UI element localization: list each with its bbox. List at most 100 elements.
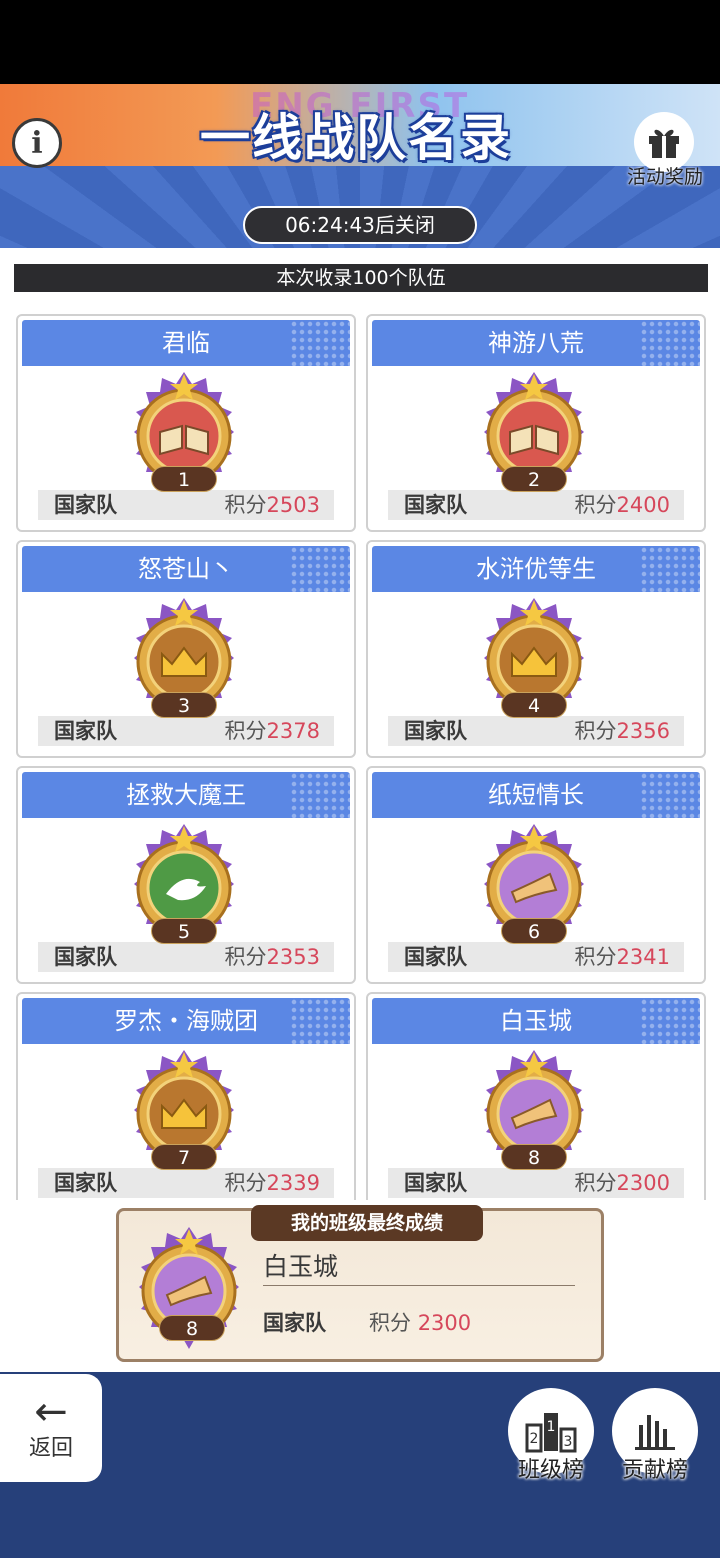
team-score: 积分2341 bbox=[575, 942, 670, 972]
rank-badge: 1 bbox=[151, 466, 217, 492]
card-body: 国家队 积分2339 7 bbox=[18, 1044, 354, 1200]
team-score: 积分2353 bbox=[225, 942, 320, 972]
score-value: 2353 bbox=[266, 945, 320, 969]
svg-text:2: 2 bbox=[530, 1431, 539, 1447]
team-name: 白玉城 bbox=[372, 998, 700, 1044]
team-name: 拯救大魔王 bbox=[22, 772, 350, 818]
score-label: 积分 bbox=[369, 1311, 411, 1335]
arrow-left-icon: ← bbox=[34, 1389, 68, 1435]
team-info-bar: 国家队 积分2356 bbox=[388, 716, 684, 746]
back-label: 返回 bbox=[28, 1436, 73, 1461]
score-value: 2356 bbox=[616, 719, 670, 743]
score-label: 积分 bbox=[224, 493, 267, 517]
card-body: 国家队 积分2300 8 bbox=[368, 1044, 704, 1200]
team-info-bar: 国家队 积分2400 bbox=[388, 490, 684, 520]
class-rank-label[interactable]: 班级榜 bbox=[496, 1452, 606, 1484]
svg-text:1: 1 bbox=[547, 1419, 556, 1435]
team-score: 积分2356 bbox=[575, 716, 670, 746]
my-result-title: 我的班级最终成绩 bbox=[251, 1205, 483, 1241]
team-info-bar: 国家队 积分2378 bbox=[38, 716, 334, 746]
team-type: 国家队 bbox=[404, 719, 467, 743]
divider bbox=[263, 1285, 575, 1286]
rank-badge: 5 bbox=[151, 918, 217, 944]
my-team-name: 白玉城 bbox=[263, 1252, 339, 1281]
score-label: 积分 bbox=[224, 945, 267, 969]
bottom-nav: ← 返回 2 1 3 班级榜 贡献榜 bbox=[0, 1372, 720, 1558]
team-card[interactable]: 神游八荒国家队 积分2400 2 bbox=[366, 314, 706, 532]
contribution-rank-label[interactable]: 贡献榜 bbox=[600, 1452, 710, 1484]
team-info-bar: 国家队 积分2353 bbox=[38, 942, 334, 972]
podium-icon: 2 1 3 bbox=[525, 1413, 577, 1453]
rank-badge: 3 bbox=[151, 692, 217, 718]
team-info-bar: 国家队 积分2339 bbox=[38, 1168, 334, 1198]
team-card[interactable]: 怒苍山丶国家队 积分2378 3 bbox=[16, 540, 356, 758]
team-info-bar: 国家队 积分2300 bbox=[388, 1168, 684, 1198]
card-body: 国家队 积分2503 1 bbox=[18, 366, 354, 526]
score-value: 2339 bbox=[266, 1171, 320, 1195]
score-label: 积分 bbox=[574, 1171, 617, 1195]
rank-badge: 8 bbox=[501, 1144, 567, 1170]
back-button[interactable]: ← 返回 bbox=[0, 1374, 102, 1482]
team-name: 罗杰・海贼团 bbox=[22, 998, 350, 1044]
rank-badge: 6 bbox=[501, 918, 567, 944]
page-title: 一线战队名录 bbox=[200, 109, 512, 166]
score-label: 积分 bbox=[574, 493, 617, 517]
team-name: 纸短情长 bbox=[372, 772, 700, 818]
my-result-panel: 我的班级最终成绩 8 白玉城 国家队 积分 2300 bbox=[116, 1205, 604, 1362]
score-label: 积分 bbox=[574, 719, 617, 743]
team-card[interactable]: 白玉城国家队 积分2300 8 bbox=[366, 992, 706, 1200]
countdown-timer: 06:24:43后关闭 bbox=[243, 206, 477, 244]
bar-chart-icon bbox=[635, 1415, 675, 1450]
rank-badge: 4 bbox=[501, 692, 567, 718]
my-score: 积分 2300 bbox=[369, 1307, 471, 1337]
card-body: 国家队 积分2400 2 bbox=[368, 366, 704, 526]
svg-text:3: 3 bbox=[564, 1434, 573, 1450]
score-label: 积分 bbox=[224, 719, 267, 743]
team-type: 国家队 bbox=[404, 493, 467, 517]
team-score: 积分2300 bbox=[575, 1168, 670, 1198]
team-name: 水浒优等生 bbox=[372, 546, 700, 592]
team-type: 国家队 bbox=[404, 1171, 467, 1195]
team-score: 积分2400 bbox=[575, 490, 670, 520]
team-name: 君临 bbox=[22, 320, 350, 366]
my-team-type: 国家队 bbox=[263, 1311, 326, 1335]
reward-button-label[interactable]: 活动奖励 bbox=[622, 162, 708, 189]
card-body: 国家队 积分2353 5 bbox=[18, 818, 354, 978]
team-score: 积分2339 bbox=[225, 1168, 320, 1198]
score-label: 积分 bbox=[224, 1171, 267, 1195]
my-rank-badge: 8 bbox=[159, 1315, 225, 1341]
card-body: 国家队 积分2341 6 bbox=[368, 818, 704, 978]
team-count-banner: 本次收录100个队伍 bbox=[14, 264, 708, 292]
header-banner: ENG FIRST 一线战队名录 bbox=[0, 84, 720, 166]
team-name: 神游八荒 bbox=[372, 320, 700, 366]
score-value: 2341 bbox=[616, 945, 670, 969]
rank-badge: 7 bbox=[151, 1144, 217, 1170]
team-type: 国家队 bbox=[54, 1171, 117, 1195]
team-card[interactable]: 水浒优等生国家队 积分2356 4 bbox=[366, 540, 706, 758]
score-value: 2400 bbox=[616, 493, 670, 517]
team-type: 国家队 bbox=[54, 493, 117, 517]
rank-badge: 2 bbox=[501, 466, 567, 492]
team-info-bar: 国家队 积分2503 bbox=[38, 490, 334, 520]
team-score: 积分2503 bbox=[225, 490, 320, 520]
team-type: 国家队 bbox=[404, 945, 467, 969]
card-body: 国家队 积分2378 3 bbox=[18, 592, 354, 752]
score-value: 2503 bbox=[266, 493, 320, 517]
team-type: 国家队 bbox=[54, 719, 117, 743]
team-info-bar: 国家队 积分2341 bbox=[388, 942, 684, 972]
team-card[interactable]: 君临国家队 积分2503 1 bbox=[16, 314, 356, 532]
status-bar bbox=[0, 0, 720, 84]
team-score: 积分2378 bbox=[225, 716, 320, 746]
score-value: 2300 bbox=[616, 1171, 670, 1195]
my-result-section: 我的班级最终成绩 8 白玉城 国家队 积分 2300 bbox=[0, 1200, 720, 1372]
team-card[interactable]: 纸短情长国家队 积分2341 6 bbox=[366, 766, 706, 984]
card-body: 国家队 积分2356 4 bbox=[368, 592, 704, 752]
team-card[interactable]: 拯救大魔王国家队 积分2353 5 bbox=[16, 766, 356, 984]
score-value: 2300 bbox=[417, 1311, 472, 1335]
team-type: 国家队 bbox=[54, 945, 117, 969]
score-label: 积分 bbox=[574, 945, 617, 969]
team-name: 怒苍山丶 bbox=[22, 546, 350, 592]
info-icon[interactable]: i bbox=[12, 118, 62, 168]
team-card[interactable]: 罗杰・海贼团国家队 积分2339 7 bbox=[16, 992, 356, 1200]
team-list[interactable]: 本次收录100个队伍 君临 国家队 积分2503 1 神游八荒 国家队 积分2400 2 怒苍山… bbox=[0, 248, 720, 1200]
